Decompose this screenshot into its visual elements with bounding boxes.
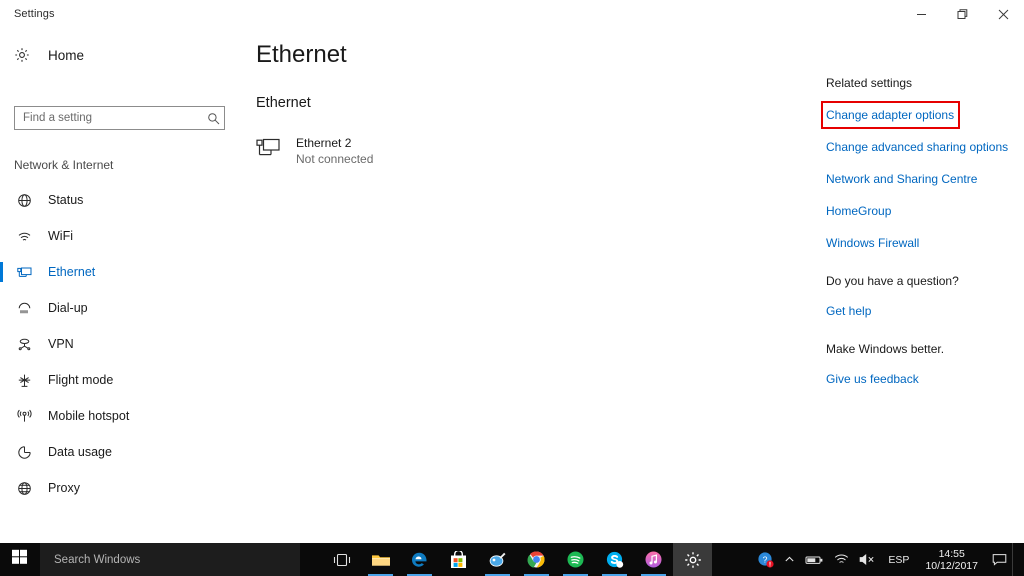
clock-time: 14:55 xyxy=(938,547,965,560)
related-settings-heading: Related settings xyxy=(826,76,913,90)
notification-icon[interactable] xyxy=(987,543,1012,576)
sidebar-label-proxy: Proxy xyxy=(48,481,80,495)
taskbar-search-placeholder: Search Windows xyxy=(54,553,141,566)
link-give-us-feedback[interactable]: Give us feedback xyxy=(826,372,919,386)
sidebar-nav-list: Status WiFi Ethernet Dial-up VPN Flight … xyxy=(0,182,246,506)
feedback-heading: Make Windows better. xyxy=(826,342,945,356)
show-desktop-button[interactable] xyxy=(1012,543,1020,576)
related-settings-panel: Related settings Change adapter options … xyxy=(821,28,1024,388)
sidebar-label-wifi: WiFi xyxy=(48,229,73,243)
search-settings-box[interactable] xyxy=(14,106,225,130)
paint-3d-icon[interactable] xyxy=(478,543,517,576)
question-heading: Do you have a question? xyxy=(826,274,959,288)
sidebar-item-dialup[interactable]: Dial-up xyxy=(0,290,246,326)
settings-window: Settings Home Find a setting Network & I… xyxy=(0,0,1024,576)
main-content: Ethernet Ethernet Ethernet 2 Not connect… xyxy=(256,28,816,167)
sidebar-label-status: Status xyxy=(48,193,84,207)
sidebar-home-label: Home xyxy=(48,47,85,63)
adapter-name: Ethernet 2 xyxy=(296,136,352,150)
help-alert-icon[interactable]: ? xyxy=(752,543,779,576)
sidebar-item-proxy[interactable]: Proxy xyxy=(0,470,246,506)
itunes-icon[interactable] xyxy=(634,543,673,576)
microsoft-store-icon[interactable] xyxy=(439,543,478,576)
adapter-text-block: Ethernet 2 Not connected xyxy=(296,136,373,167)
sidebar-label-data-usage: Data usage xyxy=(48,445,112,459)
search-input[interactable] xyxy=(15,107,202,129)
window-controls xyxy=(901,0,1024,28)
wifi-tray-icon[interactable] xyxy=(829,543,854,576)
skype-icon[interactable] xyxy=(595,543,634,576)
ethernet-icon xyxy=(14,265,34,280)
sidebar-label-flight-mode: Flight mode xyxy=(48,373,114,387)
sidebar-item-data-usage[interactable]: Data usage xyxy=(0,434,246,470)
gear-icon xyxy=(14,47,36,63)
pie-chart-icon xyxy=(14,445,34,460)
clock[interactable]: 14:55 10/12/2017 xyxy=(916,543,987,576)
minimize-button[interactable] xyxy=(901,0,942,28)
language-indicator[interactable]: ESP xyxy=(881,554,916,566)
change-adapter-options-wrapper: Change adapter options xyxy=(821,101,961,129)
taskbar-app-icons xyxy=(322,543,712,576)
adapter-status: Not connected xyxy=(296,152,374,166)
link-homegroup[interactable]: HomeGroup xyxy=(826,204,891,218)
link-change-adapter-options[interactable]: Change adapter options xyxy=(826,108,954,122)
link-network-and-sharing-centre[interactable]: Network and Sharing Centre xyxy=(826,172,977,186)
file-explorer-icon[interactable] xyxy=(361,543,400,576)
sidebar-item-wifi[interactable]: WiFi xyxy=(0,218,246,254)
globe-icon xyxy=(14,481,34,496)
sidebar: Home Network & Internet Status xyxy=(0,28,246,543)
hotspot-icon xyxy=(14,409,34,424)
chevron-up-icon[interactable] xyxy=(779,543,800,576)
system-tray: ? ESP 14:55 10/12/2017 xyxy=(752,543,1024,576)
google-chrome-icon[interactable] xyxy=(517,543,556,576)
vpn-icon xyxy=(14,337,34,352)
status-globe-icon xyxy=(14,193,34,208)
spotify-icon[interactable] xyxy=(556,543,595,576)
sidebar-item-ethernet[interactable]: Ethernet xyxy=(0,254,246,290)
link-get-help[interactable]: Get help xyxy=(826,304,871,318)
sidebar-item-status[interactable]: Status xyxy=(0,182,246,218)
windows-logo-icon xyxy=(12,549,28,570)
volume-muted-icon[interactable] xyxy=(854,543,881,576)
clock-date: 10/12/2017 xyxy=(925,559,978,572)
task-view-icon[interactable] xyxy=(322,543,361,576)
settings-icon[interactable] xyxy=(673,543,712,576)
sidebar-label-ethernet: Ethernet xyxy=(48,265,96,279)
sidebar-category-title: Network & Internet xyxy=(14,158,114,172)
taskbar-search-box[interactable]: Search Windows xyxy=(40,543,300,576)
window-title: Settings xyxy=(14,8,55,20)
close-button[interactable] xyxy=(983,0,1024,28)
sidebar-label-dialup: Dial-up xyxy=(48,301,88,315)
sidebar-item-home[interactable]: Home xyxy=(0,42,246,68)
ethernet-adapter-icon xyxy=(256,136,288,163)
sidebar-label-vpn: VPN xyxy=(48,337,74,351)
wifi-icon xyxy=(14,229,34,244)
sidebar-item-flight-mode[interactable]: Flight mode xyxy=(0,362,246,398)
sidebar-item-mobile-hotspot[interactable]: Mobile hotspot xyxy=(0,398,246,434)
title-bar: Settings xyxy=(0,0,1024,28)
battery-icon[interactable] xyxy=(800,543,829,576)
start-button[interactable] xyxy=(0,543,40,576)
dialup-icon xyxy=(14,301,34,316)
microsoft-edge-icon[interactable] xyxy=(400,543,439,576)
link-change-advanced-sharing-options[interactable]: Change advanced sharing options xyxy=(826,140,1008,154)
section-heading: Ethernet xyxy=(256,95,311,111)
airplane-icon xyxy=(14,373,34,388)
sidebar-item-vpn[interactable]: VPN xyxy=(0,326,246,362)
link-windows-firewall[interactable]: Windows Firewall xyxy=(826,236,919,250)
sidebar-label-mobile-hotspot: Mobile hotspot xyxy=(48,409,130,423)
taskbar: Search Windows ? ESP 14:55 10/12/2017 xyxy=(0,543,1024,576)
maximize-button[interactable] xyxy=(942,0,983,28)
search-icon xyxy=(202,112,224,125)
page-title: Ethernet xyxy=(256,41,347,68)
ethernet-adapter-item[interactable]: Ethernet 2 Not connected xyxy=(256,136,816,167)
